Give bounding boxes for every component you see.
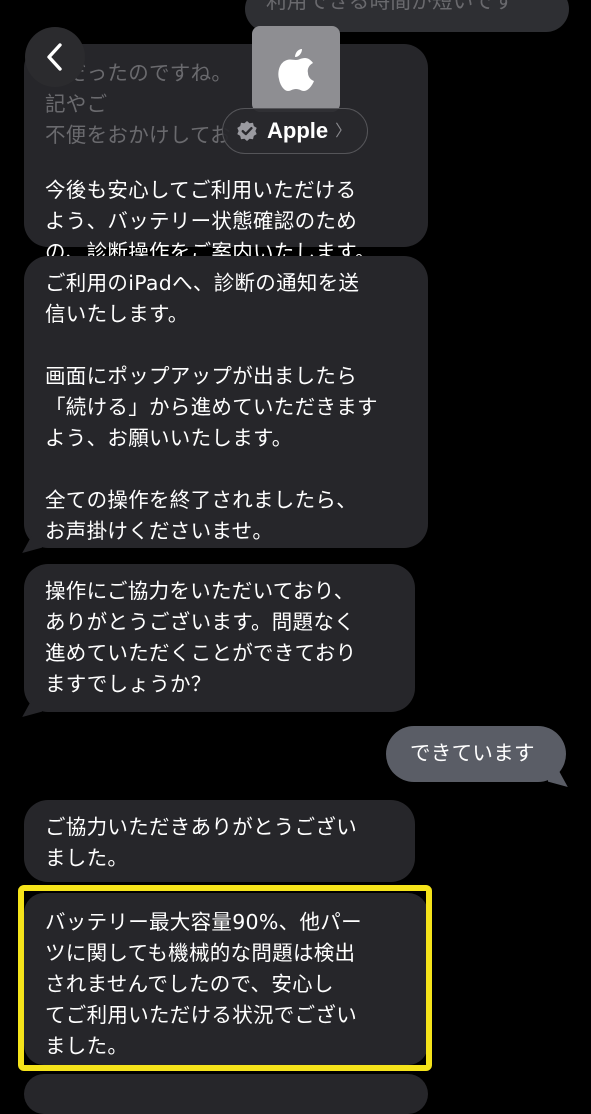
message-text: 画面にポップアップが出ましたら 「続ける」から進めていただきます よう、お願いい…: [45, 364, 378, 450]
back-button[interactable]: [25, 27, 85, 87]
message-bubble-incoming[interactable]: だったのですね。 記やご 不便をおかけしてお 今後も安心してご利用いただける よ…: [24, 44, 428, 264]
message-text: ご協力いただきありがとうござい ました。: [45, 815, 357, 870]
message-text: 全ての操作を終了されましたら、 お声掛けくださいませ。: [45, 488, 357, 543]
verified-badge-icon: [237, 121, 257, 141]
message-bubble-incoming[interactable]: [24, 1074, 428, 1114]
message-text: できています: [410, 741, 535, 765]
message-bubble-incoming[interactable]: 操作にご協力をいただいており、 ありがとうございます。問題なく 進めていただくこ…: [24, 564, 415, 712]
contact-avatar[interactable]: [252, 26, 340, 112]
contact-name: Apple: [267, 118, 329, 143]
message-bubble-incoming[interactable]: ご協力いただきありがとうござい ました。: [24, 800, 415, 882]
message-text: ご利用のiPadへ、診断の通知を送 信いたします。: [45, 271, 360, 326]
chevron-right-icon: 〉: [335, 121, 352, 140]
message-text: 利用できる時間が短いです: [266, 0, 515, 13]
bubble-tail: [22, 699, 42, 717]
message-text: 操作にご協力をいただいており、 ありがとうございます。問題なく 進めていただくこ…: [45, 579, 357, 696]
message-bubble-outgoing[interactable]: できています: [386, 726, 566, 782]
bubble-tail: [548, 769, 568, 787]
bubble-tail: [22, 535, 42, 553]
apple-logo-icon: [278, 49, 314, 91]
message-bubble-incoming[interactable]: ご利用のiPadへ、診断の通知を送 信いたします。 画面にポップアップが出ました…: [24, 256, 428, 548]
highlight-box: [18, 885, 432, 1071]
chevron-left-icon: [47, 43, 62, 71]
message-text: 今後も安心してご利用いただける よう、バッテリー状態確認のため の、診断操作をご…: [45, 178, 376, 264]
contact-name-button[interactable]: Apple 〉: [222, 108, 368, 154]
